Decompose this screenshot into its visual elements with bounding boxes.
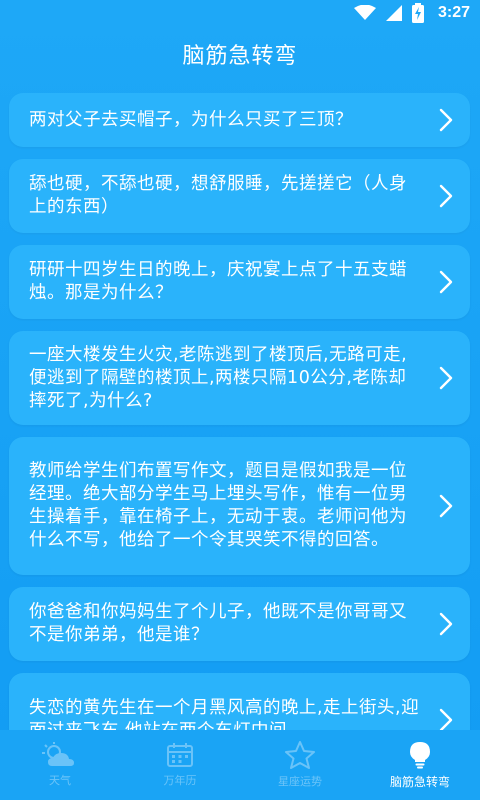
nav-item-horoscope[interactable]: 星座运势	[240, 730, 360, 800]
riddle-card[interactable]: 你爸爸和你妈妈生了个儿子，他既不是你哥哥又不是你弟弟，他是谁？	[9, 587, 470, 661]
chevron-right-icon	[439, 494, 453, 518]
riddle-text: 两对父子去买帽子，为什么只买了三顶？	[29, 109, 353, 130]
nav-item-calendar[interactable]: 万年历	[120, 730, 240, 800]
chevron-right-icon	[439, 184, 453, 208]
riddle-text: 一座大楼发生火灾,老陈逃到了楼顶后,无路可走,便逃到了隔壁的楼顶上,两楼只隔10…	[29, 344, 408, 411]
signal-icon	[385, 5, 402, 21]
weather-icon	[42, 742, 74, 766]
lightbulb-icon	[410, 741, 430, 768]
riddle-text: 失恋的黄先生在一个月黑风高的晚上,走上街头,迎面过来飞车,他站在两个车灯中间,	[29, 698, 420, 733]
bottom-nav: 天气 万年历 星座运势 脑筋急转弯	[0, 730, 480, 800]
status-time: 3:27	[437, 4, 470, 21]
nav-label: 脑筋急转弯	[389, 774, 450, 789]
wifi-icon	[353, 5, 376, 21]
nav-item-brain-teaser[interactable]: 脑筋急转弯	[360, 730, 480, 800]
riddle-text: 你爸爸和你妈妈生了个儿子，他既不是你哥哥又不是你弟弟，他是谁？	[29, 602, 407, 645]
riddle-text: 研研十四岁生日的晚上，庆祝宴上点了十五支蜡烛。那是为什么？	[29, 260, 407, 303]
nav-label: 万年历	[163, 774, 197, 787]
nav-label: 天气	[49, 774, 71, 787]
chevron-right-icon	[439, 270, 453, 294]
star-icon	[285, 741, 315, 769]
riddle-card[interactable]: 教师给学生们布置写作文，题目是假如我是一位经理。绝大部分学生马上埋头写作，惟有一…	[9, 437, 470, 575]
riddle-card[interactable]: 一座大楼发生火灾,老陈逃到了楼顶后,无路可走,便逃到了隔壁的楼顶上,两楼只隔10…	[9, 331, 470, 425]
riddle-card[interactable]: 失恋的黄先生在一个月黑风高的晚上,走上街头,迎面过来飞车,他站在两个车灯中间,	[9, 673, 470, 733]
nav-label: 星座运势	[278, 775, 322, 788]
calendar-icon	[167, 743, 193, 767]
battery-charging-icon	[411, 3, 424, 23]
status-bar: 3:27	[0, 0, 480, 26]
riddle-card[interactable]: 两对父子去买帽子，为什么只买了三顶？	[9, 93, 470, 147]
nav-item-weather[interactable]: 天气	[0, 730, 120, 800]
riddle-card[interactable]: 研研十四岁生日的晚上，庆祝宴上点了十五支蜡烛。那是为什么？	[9, 245, 470, 319]
riddle-text: 教师给学生们布置写作文，题目是假如我是一位经理。绝大部分学生马上埋头写作，惟有一…	[29, 461, 407, 550]
riddle-text: 舔也硬，不舔也硬，想舒服睡，先搓搓它（人身上的东西）	[29, 174, 407, 217]
chevron-right-icon	[439, 708, 453, 732]
chevron-right-icon	[439, 366, 453, 390]
page-title: 脑筋急转弯	[182, 44, 298, 69]
riddle-card[interactable]: 舔也硬，不舔也硬，想舒服睡，先搓搓它（人身上的东西）	[9, 159, 470, 233]
chevron-right-icon	[439, 108, 453, 132]
chevron-right-icon	[439, 612, 453, 636]
riddle-list[interactable]: 两对父子去买帽子，为什么只买了三顶？ 舔也硬，不舔也硬，想舒服睡，先搓搓它（人身…	[0, 93, 480, 733]
